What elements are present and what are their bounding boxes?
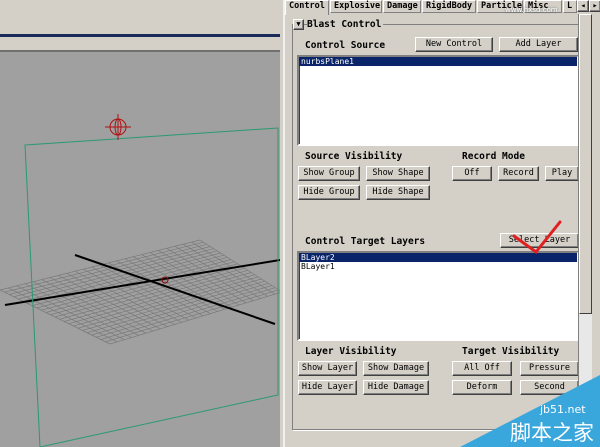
watermark-site: jb51.net xyxy=(540,403,586,416)
tab-more[interactable]: L xyxy=(563,0,577,13)
hide-shape-button[interactable]: Hide Shape xyxy=(366,185,430,200)
grid-line xyxy=(109,292,280,345)
tab-scroll-right-icon[interactable]: ▸ xyxy=(589,0,600,12)
list-item[interactable]: BLayer1 xyxy=(299,262,577,271)
grid-line xyxy=(100,287,276,340)
collapse-arrow-icon[interactable]: ▼ xyxy=(293,19,304,30)
tab-damage[interactable]: Damage xyxy=(383,0,421,13)
blast-control-panel: Control Explosive Damage RigidBody Parti… xyxy=(283,0,600,447)
tab-control[interactable]: Control xyxy=(285,0,329,15)
new-control-button[interactable]: New Control xyxy=(415,37,493,52)
show-shape-button[interactable]: Show Shape xyxy=(366,166,430,181)
control-target-layers-label: Control Target Layers xyxy=(305,236,426,247)
top-watermark: www.hxsd.com xyxy=(505,6,558,14)
tab-scroll-left-icon[interactable]: ◂ xyxy=(577,0,589,12)
3d-viewport[interactable] xyxy=(0,52,280,447)
tab-rigidbody[interactable]: RigidBody xyxy=(422,0,476,13)
list-item[interactable]: BLayer2 xyxy=(299,253,577,262)
viewport-menu-strip xyxy=(0,0,280,52)
grid-line xyxy=(77,276,259,329)
select-layer-button[interactable]: Select Layer xyxy=(500,233,579,248)
show-layer-button[interactable]: Show Layer xyxy=(298,361,357,376)
record-button[interactable]: Record xyxy=(498,166,539,181)
control-source-list[interactable]: nurbsPlane1 xyxy=(297,55,579,146)
target-visibility-label: Target Visibility xyxy=(462,346,560,357)
hide-group-button[interactable]: Hide Group xyxy=(298,185,360,200)
all-off-button[interactable]: All Off xyxy=(452,361,512,376)
show-group-button[interactable]: Show Group xyxy=(298,166,360,181)
ground-grid xyxy=(0,239,280,345)
watermark-name: 脚本之家 xyxy=(510,421,594,445)
show-damage-button[interactable]: Show Damage xyxy=(363,361,429,376)
list-item[interactable]: nurbsPlane1 xyxy=(299,57,577,66)
panel-scrollbar[interactable] xyxy=(578,14,592,434)
grid-line xyxy=(64,269,248,322)
viewport-scene xyxy=(0,114,280,447)
second-button[interactable]: Second xyxy=(520,380,579,395)
target-layers-list[interactable]: BLayer2 BLayer1 xyxy=(297,251,579,341)
pressure-button[interactable]: Pressure xyxy=(520,361,579,376)
deform-button[interactable]: Deform xyxy=(452,380,512,395)
crosshair-icon xyxy=(105,114,131,140)
grid-line xyxy=(183,243,268,297)
layer-visibility-label: Layer Visibility xyxy=(305,346,397,357)
scrollbar-thumb[interactable] xyxy=(579,14,592,314)
viewport-panel-bar xyxy=(0,34,280,37)
control-source-label: Control Source xyxy=(305,40,386,51)
group-title: Blast Control xyxy=(307,19,384,30)
add-layer-button[interactable]: Add Layer xyxy=(499,37,578,52)
hide-damage-button[interactable]: Hide Damage xyxy=(363,380,429,395)
record-mode-label: Record Mode xyxy=(462,151,525,162)
hide-layer-button[interactable]: Hide Layer xyxy=(298,380,357,395)
record-off-button[interactable]: Off xyxy=(452,166,492,181)
source-visibility-label: Source Visibility xyxy=(305,151,403,162)
play-button[interactable]: Play xyxy=(545,166,579,181)
tab-explosive[interactable]: Explosive xyxy=(330,0,382,13)
